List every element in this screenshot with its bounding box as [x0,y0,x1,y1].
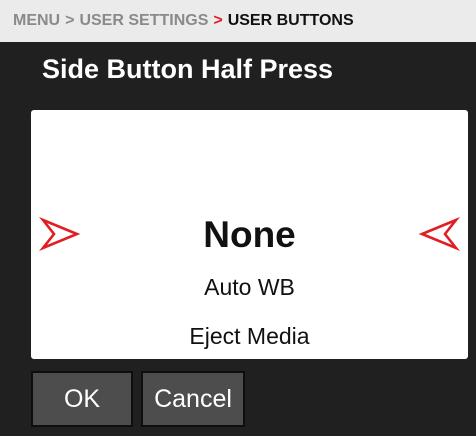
breadcrumb-item-user-settings[interactable]: USER SETTINGS [79,12,208,30]
page-title: Side Button Half Press [42,54,334,84]
cancel-button[interactable]: Cancel [141,371,245,427]
breadcrumb-item-menu[interactable]: MENU [13,12,60,30]
picker-option[interactable]: Eject Media [31,321,468,351]
picker-option[interactable]: Auto WB [31,272,468,302]
option-picker[interactable]: None Auto WB Eject Media [31,110,468,359]
breadcrumb-separator: > [65,12,75,29]
picker-selected-option[interactable]: None [31,211,468,259]
breadcrumb-separator: > [213,12,223,29]
breadcrumb-item-user-buttons: USER BUTTONS [227,12,354,29]
breadcrumb: MENU > USER SETTINGS > USER BUTTONS [0,0,476,42]
ok-button[interactable]: OK [31,371,133,427]
screen: MENU > USER SETTINGS > USER BUTTONS Side… [0,0,476,436]
